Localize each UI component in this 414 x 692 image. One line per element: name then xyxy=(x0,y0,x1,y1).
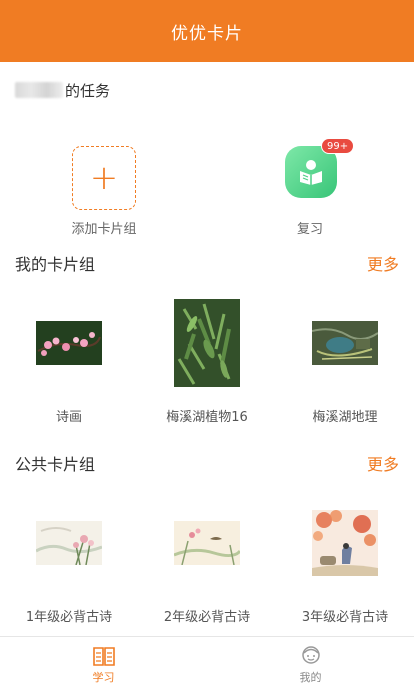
deck-card[interactable]: 2年级必背古诗 xyxy=(138,488,276,638)
deck-card[interactable]: 1年级必背古诗 xyxy=(0,488,138,638)
book-reader-icon xyxy=(300,160,322,185)
green-plant-thumbnail xyxy=(174,299,240,387)
task-heading: 的任务 xyxy=(0,62,414,118)
public-decks-title: 公共卡片组 xyxy=(15,455,96,474)
my-decks-header: 我的卡片组 更多 xyxy=(0,238,414,288)
ink-birds-thumbnail xyxy=(174,521,240,565)
my-decks-list: 诗画 梅溪湖植物16 梅溪湖地理 xyxy=(0,288,414,438)
ink-flowers-thumbnail xyxy=(36,521,102,565)
deck-card[interactable]: 梅溪湖地理 xyxy=(276,288,414,438)
plus-icon: + xyxy=(89,158,119,198)
add-deck-button[interactable]: + xyxy=(72,146,136,210)
tab-profile[interactable]: 我的 xyxy=(207,637,414,692)
autumn-maple-thumbnail xyxy=(312,510,378,576)
tab-profile-label: 我的 xyxy=(299,670,322,684)
add-deck-label[interactable]: 添加卡片组 xyxy=(54,218,154,237)
deck-label: 3年级必背古诗 xyxy=(301,610,389,625)
deck-label: 梅溪湖植物16 xyxy=(166,410,248,425)
my-decks-title: 我的卡片组 xyxy=(15,255,96,274)
tab-study[interactable]: 学习 xyxy=(0,637,207,692)
review-label[interactable]: 复习 xyxy=(260,218,360,237)
tab-study-label: 学习 xyxy=(92,670,115,684)
deck-label: 2年级必背古诗 xyxy=(163,610,251,625)
bottom-tab-bar: 学习 我的 xyxy=(0,636,414,692)
page-title: 优优卡片 xyxy=(171,23,243,44)
redacted-username xyxy=(15,82,63,98)
public-decks-more-link[interactable]: 更多 xyxy=(367,451,399,475)
public-decks-list: 1年级必背古诗 2年级必背古诗 3年级必背古诗 xyxy=(0,488,414,638)
app-header: 优优卡片 xyxy=(0,0,414,62)
deck-label: 梅溪湖地理 xyxy=(312,410,378,425)
review-count-badge: 99+ xyxy=(321,138,355,154)
deck-label: 诗画 xyxy=(55,410,82,425)
deck-card[interactable]: 梅溪湖植物16 xyxy=(138,288,276,438)
my-decks-more-link[interactable]: 更多 xyxy=(367,251,399,275)
deck-card[interactable]: 3年级必背古诗 xyxy=(276,488,414,638)
book-icon xyxy=(92,646,115,666)
deck-label: 1年级必背古诗 xyxy=(25,610,113,625)
pink-blossom-thumbnail xyxy=(36,321,102,365)
profile-icon xyxy=(301,645,320,664)
deck-card[interactable]: 诗画 xyxy=(0,288,138,438)
quick-actions: + 添加卡片组 99+ 复习 xyxy=(0,118,414,238)
aerial-map-thumbnail xyxy=(312,321,378,365)
task-heading-label: 的任务 xyxy=(65,81,111,100)
public-decks-header: 公共卡片组 更多 xyxy=(0,438,414,488)
